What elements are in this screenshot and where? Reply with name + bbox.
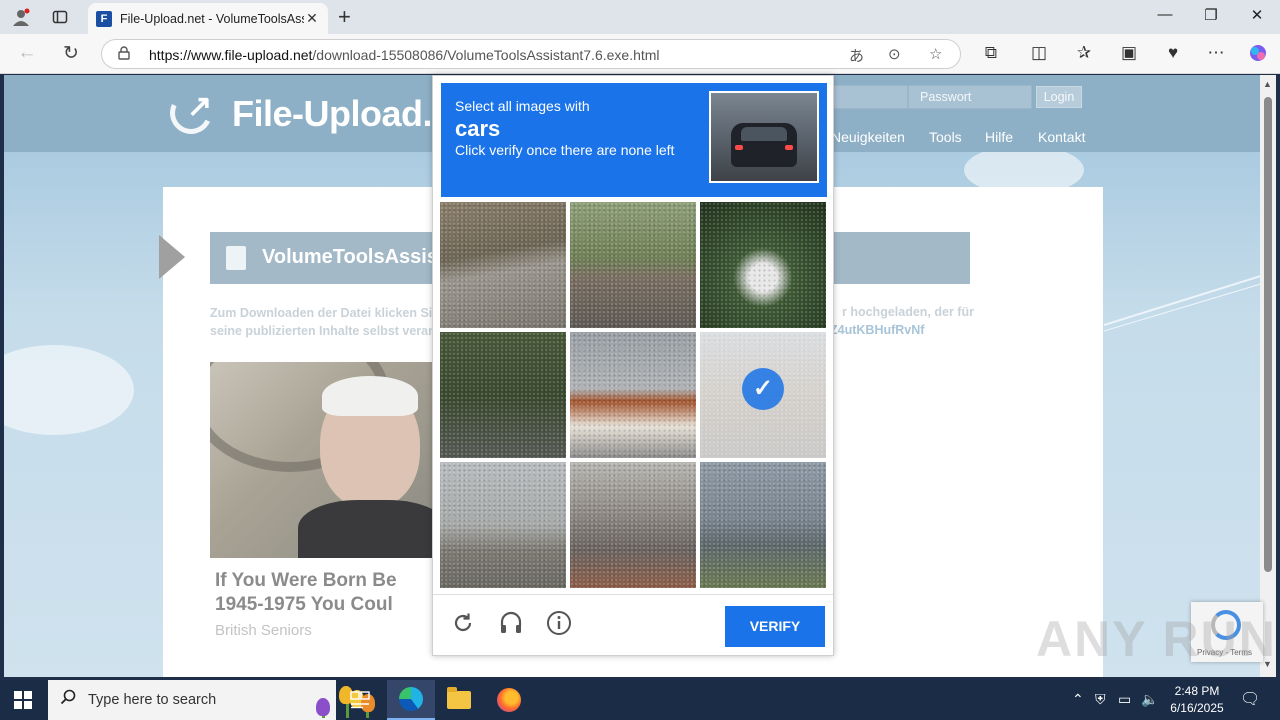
watermark: ANY RUN [1036,611,1277,667]
refresh-icon[interactable]: ↻ [58,42,84,65]
notifications-icon[interactable]: 🗨 [1240,689,1260,709]
verify-button[interactable]: VERIFY [725,606,825,647]
tab-title: File-Upload.net - VolumeToolsAssistant7.… [120,11,304,26]
background-contrail [1104,275,1260,332]
search-placeholder: Type here to search [88,692,217,708]
volume-icon[interactable]: 🔈 [1141,691,1158,708]
file-name: VolumeToolsAssis [262,246,438,268]
login-button[interactable]: Login [1036,86,1082,108]
captcha-tile[interactable] [570,332,696,458]
logo-arrow-icon: ↗ [187,90,213,123]
task-view-icon[interactable] [336,680,384,720]
selected-check-icon: ✓ [742,368,784,410]
captcha-challenge: Select all images with cars Click verify… [432,75,834,656]
page-scrollbar[interactable]: ▲ ▼ [1260,75,1276,677]
captcha-footer: VERIFY [433,594,833,656]
ad-source[interactable]: British Seniors [215,622,312,639]
show-hidden-icons-icon[interactable]: ⌃ [1072,691,1084,708]
tab-actions-icon[interactable] [49,6,71,28]
captcha-header: Select all images with cars Click verify… [441,83,827,197]
close-tab-icon[interactable]: ✕ [304,10,320,27]
close-window-icon[interactable]: ✕ [1242,6,1272,24]
info-icon[interactable] [544,608,574,638]
clock-date: 6/16/2025 [1170,701,1224,715]
captcha-tile[interactable] [700,202,826,328]
captcha-hint: Click verify once there are none left [455,142,675,158]
edge-taskbar-icon[interactable] [387,680,435,720]
split-screen-icon[interactable]: ◫ [1026,43,1052,63]
scrollbar-thumb[interactable] [1264,97,1272,572]
back-icon[interactable]: ← [14,42,40,64]
nav-neuigkeiten[interactable]: Neuigkeiten [831,129,905,145]
favicon: F [96,10,112,27]
nav-hilfe[interactable]: Hilfe [985,129,1013,145]
captcha-tile[interactable] [700,462,826,588]
captcha-tile[interactable] [440,462,566,588]
browser-toolbar: ← ↻ https://www.file-upload.net/download… [0,34,1280,74]
restore-icon[interactable]: ❐ [1196,6,1226,24]
captcha-tile[interactable] [440,202,566,328]
copilot-icon[interactable] [1245,43,1271,68]
collections-icon[interactable]: ▣ [1116,43,1142,63]
captcha-tile[interactable] [570,202,696,328]
minimize-icon[interactable]: — [1150,6,1180,23]
profile-icon[interactable] [10,6,32,28]
favorites-icon[interactable]: ✰ [1071,43,1097,63]
more-menu-icon[interactable]: ⋯ [1203,43,1229,63]
lock-icon[interactable] [118,46,130,63]
browser-essentials-icon[interactable]: ♥ [1160,43,1186,63]
file-icon [226,246,246,270]
windows-taskbar: Type here to search ⌃ ⛨ ▭ 🔈 2:48 PM 6/16… [0,680,1280,720]
password-field[interactable]: Passwort [908,85,1032,109]
background-cloud [4,345,134,435]
ad-image[interactable] [210,362,440,558]
scroll-up-icon[interactable]: ▲ [1263,79,1272,89]
captcha-target: cars [455,116,501,141]
file-explorer-icon[interactable] [435,680,483,720]
firefox-icon[interactable] [485,680,533,720]
browser-tab-bar: F File-Upload.net - VolumeToolsAssistant… [0,0,1280,34]
taskbar-search[interactable]: Type here to search [48,680,375,720]
url-text[interactable]: https://www.file-upload.net/download-155… [149,47,660,63]
extensions-icon[interactable]: ⧉ [978,43,1004,63]
favorite-star-icon[interactable]: ☆ [929,45,942,63]
captcha-instruction: Select all images with [455,98,590,114]
taskbar-clock[interactable]: 2:48 PM 6/16/2025 [1160,683,1234,717]
new-tab-icon[interactable]: + [338,4,351,30]
uploader-info-text: r hochgeladen, der für [842,305,974,319]
ribbon-tip [159,235,185,279]
search-icon [60,689,76,710]
captcha-sample-image [709,91,819,183]
ad-headline[interactable]: If You Were Born Be 1945-1975 You Coul [215,569,397,617]
start-button[interactable] [14,691,32,709]
download-info-text: Zum Downloaden der Datei klicken Si sein… [210,306,436,338]
clock-time: 2:48 PM [1174,684,1220,698]
tab-active[interactable]: F File-Upload.net - VolumeToolsAssistant… [88,3,328,34]
read-aloud-icon[interactable]: あ [849,45,864,66]
site-logo[interactable]: File-Upload.n [232,93,454,135]
captcha-tile[interactable] [440,332,566,458]
file-hash-link[interactable]: Z4utKBHufRvNf [830,323,924,337]
page-options-icon[interactable]: ⊙ [888,45,901,63]
security-icon[interactable]: ⛨ [1095,691,1106,708]
nav-tools[interactable]: Tools [929,129,962,145]
address-bar[interactable]: https://www.file-upload.net/download-155… [101,39,961,69]
captcha-tile[interactable] [570,462,696,588]
audio-challenge-icon[interactable] [496,608,526,638]
network-icon[interactable]: ▭ [1118,691,1131,708]
reload-challenge-icon[interactable] [448,608,478,638]
nav-kontakt[interactable]: Kontakt [1038,129,1085,145]
